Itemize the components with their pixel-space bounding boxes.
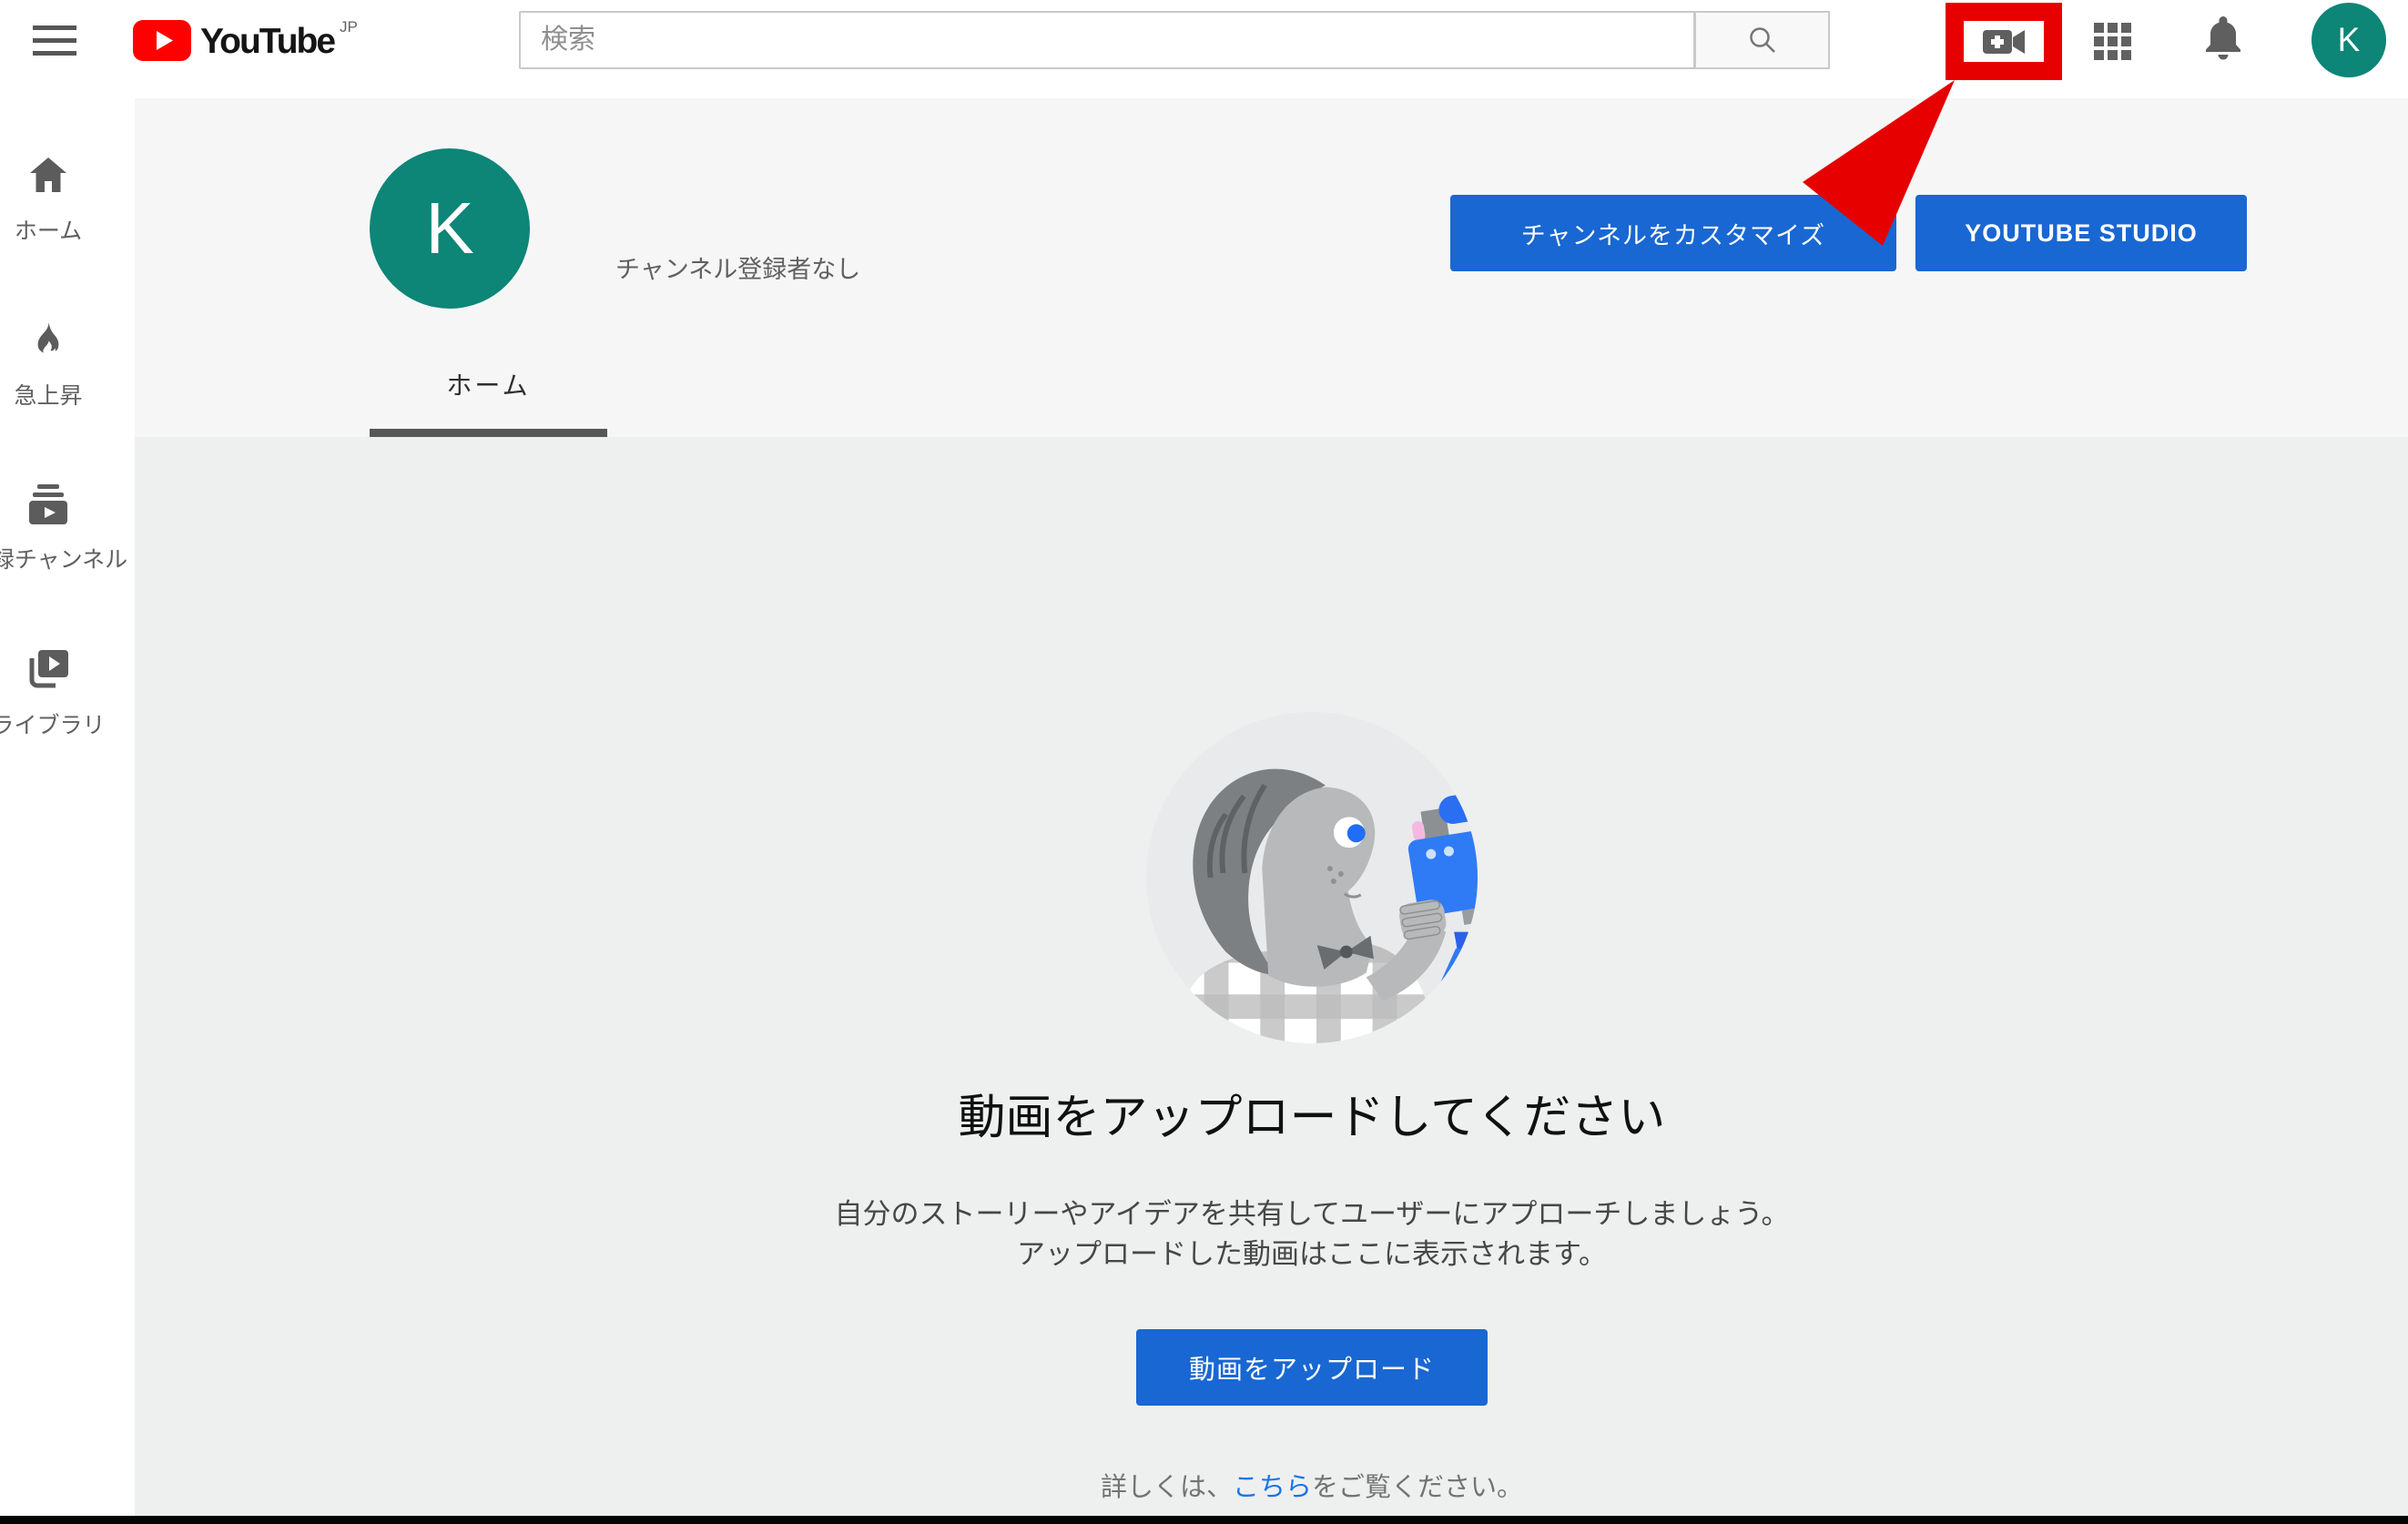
- search-button[interactable]: [1695, 11, 1830, 69]
- top-bar: YouTube JP K: [0, 0, 2408, 98]
- help-suffix: をご覧ください。: [1312, 1473, 1523, 1502]
- sidebar-item-home[interactable]: ホーム: [0, 155, 135, 273]
- youtube-logo-text: YouTube: [200, 21, 334, 62]
- sidebar-item-label: ホーム: [15, 213, 82, 246]
- description-line-1: 自分のストーリーやアイデアを共有してユーザーにアプローチしましょう。: [629, 1194, 1995, 1234]
- sidebar: ホーム 急上昇 登録チャンネル: [0, 98, 135, 1524]
- youtube-region-label: JP: [340, 18, 358, 36]
- notifications-bell-icon[interactable]: [2204, 15, 2242, 66]
- library-icon: [26, 649, 70, 694]
- channel-avatar-initial: K: [425, 187, 473, 270]
- home-icon: [27, 155, 69, 199]
- description-line-2: アップロードした動画はここに表示されます。: [629, 1234, 1995, 1275]
- sidebar-item-library[interactable]: ライブラリ: [0, 649, 135, 767]
- help-text: 詳しくは、こちらをご覧ください。: [629, 1466, 1995, 1504]
- youtube-logo[interactable]: YouTube JP: [133, 20, 358, 62]
- subscriptions-icon: [27, 483, 69, 530]
- upload-illustration: [1140, 706, 1484, 1050]
- fire-icon: [29, 320, 67, 366]
- annotation-box: [1946, 3, 2062, 80]
- sidebar-item-label: 登録チャンネル: [0, 542, 127, 574]
- upload-video-button[interactable]: 動画をアップロード: [1136, 1329, 1488, 1406]
- channel-avatar[interactable]: K: [370, 148, 530, 309]
- magnifier-icon: [1747, 25, 1778, 56]
- empty-state-title: 動画をアップロードしてください: [629, 1091, 1995, 1145]
- tab-home[interactable]: ホーム: [370, 366, 607, 402]
- help-prefix: 詳しくは、: [1101, 1473, 1233, 1502]
- sidebar-item-trending[interactable]: 急上昇: [0, 320, 135, 438]
- create-video-icon[interactable]: [1983, 24, 2025, 60]
- avatar-initial: K: [2338, 21, 2361, 59]
- active-tab-underline: [370, 429, 607, 437]
- youtube-play-icon: [133, 20, 191, 61]
- youtube-channel-page: YouTube JP K: [0, 0, 2408, 1524]
- sidebar-item-label: ライブラリ: [0, 707, 106, 740]
- bottom-edge-bar: [0, 1516, 2408, 1524]
- subscriber-status: チャンネル登録者なし: [615, 249, 860, 285]
- help-link[interactable]: こちら: [1233, 1473, 1312, 1502]
- apps-grid-icon[interactable]: [2094, 23, 2133, 59]
- empty-state: 動画をアップロードしてください 自分のストーリーやアイデアを共有してユーザーにア…: [629, 706, 1995, 1504]
- search-input[interactable]: [519, 11, 1695, 69]
- account-avatar[interactable]: K: [2311, 3, 2386, 77]
- sidebar-item-label: 急上昇: [14, 378, 82, 411]
- sidebar-item-subscriptions[interactable]: 登録チャンネル: [0, 483, 135, 602]
- youtube-studio-button[interactable]: YOUTUBE STUDIO: [1915, 195, 2247, 271]
- hamburger-menu-icon[interactable]: [33, 25, 76, 56]
- empty-state-description: 自分のストーリーやアイデアを共有してユーザーにアプローチしましょう。 アップロー…: [629, 1194, 1995, 1275]
- customize-channel-button[interactable]: チャンネルをカスタマイズ: [1450, 195, 1896, 271]
